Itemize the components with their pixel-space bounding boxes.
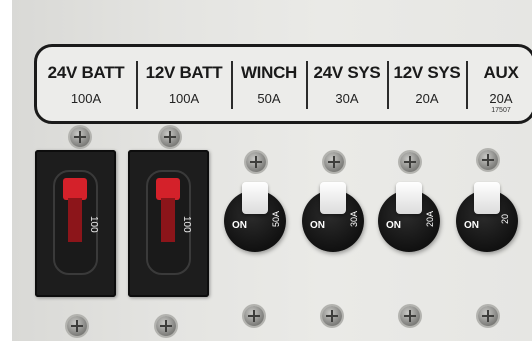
circuit-name: 12V BATT xyxy=(145,63,223,82)
screw-icon xyxy=(70,127,90,147)
toggle-paddle[interactable] xyxy=(320,182,346,214)
label-12v-batt: 12V BATT 100A xyxy=(138,47,230,121)
screw-icon xyxy=(400,152,420,172)
label-24v-sys: 24V SYS 30A xyxy=(308,47,386,121)
circuit-rating: 30A xyxy=(335,91,359,106)
circuit-name: WINCH xyxy=(240,63,298,82)
screw-icon xyxy=(156,316,176,336)
circuit-label-strip: 24V BATT 100A 12V BATT 100A WINCH 50A 24… xyxy=(34,44,532,124)
toggle-12v-sys[interactable]: ON 20A xyxy=(378,182,440,252)
part-number: 17507 xyxy=(491,107,511,114)
circuit-name: 24V SYS xyxy=(313,63,381,82)
breaker-lever[interactable] xyxy=(63,178,87,248)
circuit-rating: 50A xyxy=(257,91,281,106)
screw-icon xyxy=(478,150,498,170)
breaker-rating: 100 xyxy=(181,216,192,233)
toggle-aux[interactable]: ON 20 xyxy=(456,182,518,252)
screw-icon xyxy=(160,127,180,147)
circuit-name: AUX xyxy=(483,63,519,82)
screw-icon xyxy=(246,152,266,172)
screw-icon xyxy=(244,306,264,326)
toggle-on-label: ON xyxy=(232,220,247,231)
breaker-panel-photo: 24V BATT 100A 12V BATT 100A WINCH 50A 24… xyxy=(12,0,532,341)
lever-cap xyxy=(156,178,180,200)
circuit-rating: 100A xyxy=(168,91,200,106)
toggle-rating: 30A xyxy=(349,210,360,228)
lever-cap xyxy=(63,178,87,200)
toggle-paddle[interactable] xyxy=(474,182,500,214)
lever-stem xyxy=(161,198,175,242)
screw-icon xyxy=(478,306,498,326)
label-aux: AUX 20A 17507 xyxy=(468,47,532,121)
breaker-rating: 100 xyxy=(88,216,99,233)
breaker-24v-batt[interactable]: 100 xyxy=(35,150,116,297)
breaker-lever[interactable] xyxy=(156,178,180,248)
toggle-on-label: ON xyxy=(310,220,325,231)
label-winch: WINCH 50A xyxy=(233,47,305,121)
label-24v-batt: 24V BATT 100A xyxy=(37,47,135,121)
label-12v-sys: 12V SYS 20A xyxy=(389,47,465,121)
circuit-name: 12V SYS xyxy=(393,63,461,82)
circuit-name: 24V BATT xyxy=(47,63,125,82)
circuit-rating: 20A xyxy=(415,91,439,106)
lever-stem xyxy=(68,198,82,242)
screw-icon xyxy=(400,306,420,326)
toggle-winch[interactable]: ON 50A xyxy=(224,182,286,252)
screw-icon xyxy=(322,306,342,326)
screw-icon xyxy=(67,316,87,336)
toggle-rating: 20A xyxy=(425,210,436,228)
toggle-24v-sys[interactable]: ON 30A xyxy=(302,182,364,252)
breaker-12v-batt[interactable]: 100 xyxy=(128,150,209,297)
toggle-on-label: ON xyxy=(464,220,479,231)
circuit-rating: 20A xyxy=(489,91,513,106)
screw-icon xyxy=(324,152,344,172)
toggle-paddle[interactable] xyxy=(242,182,268,214)
toggle-rating: 20 xyxy=(500,213,511,225)
toggle-on-label: ON xyxy=(386,220,401,231)
circuit-rating: 100A xyxy=(70,91,102,106)
toggle-rating: 50A xyxy=(271,210,282,228)
toggle-paddle[interactable] xyxy=(396,182,422,214)
